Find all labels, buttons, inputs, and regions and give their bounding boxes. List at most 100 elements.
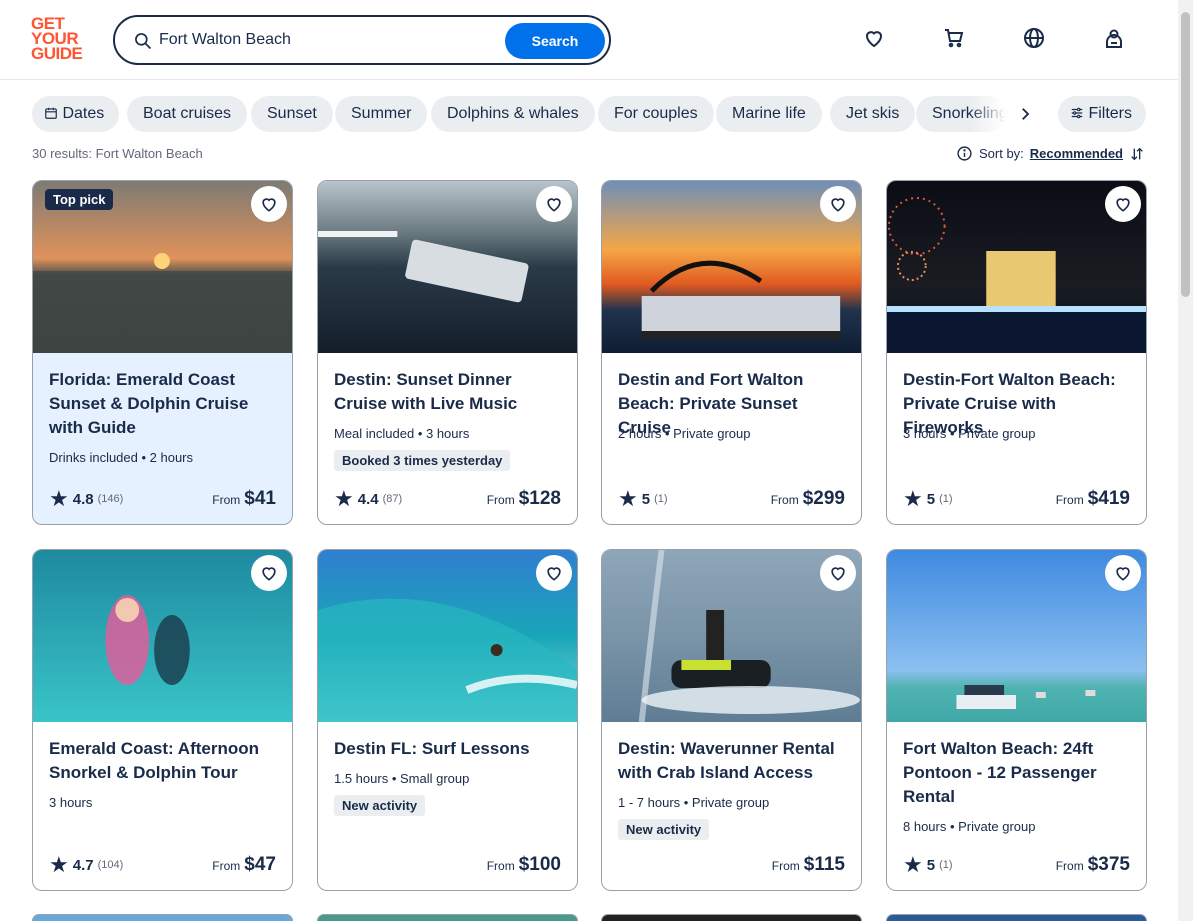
globe-icon[interactable] [1022,26,1046,50]
price: From $47 [212,854,276,876]
results-count: 30 results: Fort Walton Beach [32,146,203,161]
logo[interactable]: GET YOUR GUIDE [31,15,91,64]
activity-card[interactable]: Destin: Waverunner Rental with Crab Isla… [601,549,862,891]
chip-snorkeling[interactable]: Snorkeling [916,96,1006,132]
wishlist-button[interactable] [1105,186,1141,222]
activity-title[interactable]: Destin: Sunset Dinner Cruise with Live M… [334,368,564,416]
activity-meta: 1 - 7 hours • Private group [618,795,770,810]
rating-count: (146) [97,493,124,505]
activity-meta: 8 hours • Private group [903,819,1036,834]
heart-icon[interactable] [862,26,886,50]
price-value: $299 [802,488,845,509]
activity-title[interactable]: Destin: Waverunner Rental with Crab Isla… [618,737,848,785]
search-button[interactable]: Search [505,23,605,59]
scrollbar[interactable] [1178,0,1193,921]
heart-icon [1116,567,1130,581]
activity-meta: Meal included • 3 hours [334,426,470,441]
chip-sunset[interactable]: Sunset [251,96,333,132]
price-value: $128 [518,488,561,509]
profile-icon[interactable] [1102,26,1126,50]
activity-card[interactable]: Destin-Fort Walton Beach: Private Cruise… [886,180,1147,525]
filters-label: Filters [1088,105,1133,122]
price: From $100 [487,854,561,876]
calendar-icon [45,107,57,119]
chip-dates[interactable]: Dates [32,96,119,132]
header: GET YOUR GUIDE Search [0,0,1178,80]
heart-icon [262,198,276,212]
wishlist-button[interactable] [251,555,287,591]
activity-card[interactable]: Destin and Fort Walton Beach: Private Su… [601,180,862,525]
wishlist-button[interactable] [536,186,572,222]
price-from: From [1055,859,1084,873]
wishlist-button[interactable] [536,555,572,591]
rating-count: (1) [939,493,953,505]
price: From $375 [1056,854,1130,876]
price-from: From [486,493,515,507]
activity-meta: 3 hours [49,795,93,810]
rating: ★ 4.7 (104) [49,854,124,876]
wishlist-button[interactable] [1105,555,1141,591]
wishlist-button[interactable] [820,186,856,222]
scrollbar-thumb[interactable] [1181,12,1190,297]
heart-icon [262,567,276,581]
sort-arrows-icon [1131,147,1143,160]
price: From $299 [771,488,845,510]
chip-for-couples[interactable]: For couples [598,96,714,132]
chip-marine-life[interactable]: Marine life [716,96,822,132]
chip-boat-cruises[interactable]: Boat cruises [127,96,248,132]
activity-title[interactable]: Emerald Coast: Afternoon Snorkel & Dolph… [49,737,279,785]
activity-title[interactable]: Destin FL: Surf Lessons [334,737,564,761]
price-from: From [212,493,241,507]
star-icon: ★ [903,852,923,877]
activity-card[interactable]: Emerald Coast: Afternoon Snorkel & Dolph… [32,549,293,891]
sort-control[interactable]: Sort by: Recommended [956,145,1145,162]
chip-label: For couples [614,105,698,122]
wishlist-button[interactable] [251,186,287,222]
price-from: From [486,859,515,873]
rating: ★ 5 (1) [903,852,953,877]
activity-card-peek[interactable] [601,914,862,921]
chip-label: Sunset [267,105,317,122]
price-value: $115 [803,854,845,875]
wishlist-button[interactable] [820,555,856,591]
price: From $115 [772,854,845,876]
activity-card-peek[interactable] [317,914,578,921]
activity-meta: Drinks included • 2 hours [49,450,194,465]
activity-title[interactable]: Florida: Emerald Coast Sunset & Dolphin … [49,368,279,440]
activity-card[interactable]: Destin: Sunset Dinner Cruise with Live M… [317,180,578,525]
price: From $419 [1056,488,1130,510]
star-icon: ★ [903,486,923,511]
logo-line: GUIDE [31,44,83,63]
heart-icon [1116,198,1130,212]
activity-card[interactable]: Fort Walton Beach: 24ft Pontoon - 12 Pas… [886,549,1147,891]
new-activity-tag: New activity [334,795,426,816]
rating-value: 5 [926,856,936,874]
rating-value: 5 [926,490,936,508]
activity-card-peek[interactable] [886,914,1147,921]
filter-chips: Dates Boat cruises Sunset Summer Dolphin… [32,96,1146,132]
rating: ★ 4.4 (87) [334,488,402,510]
activity-card[interactable]: Destin FL: Surf Lessons 1.5 hours • Smal… [317,549,578,891]
activity-meta: 3 hours • Private group [903,426,1036,441]
chip-dolphins-whales[interactable]: Dolphins & whales [431,96,595,132]
activity-card-peek[interactable] [32,914,293,921]
info-icon[interactable] [956,145,973,162]
search-input[interactable] [159,27,489,53]
activity-title[interactable]: Fort Walton Beach: 24ft Pontoon - 12 Pas… [903,737,1133,809]
filters-button[interactable]: Filters [1058,96,1146,132]
heart-icon [831,567,845,581]
activity-card[interactable]: Top pick Florida: Emerald Coast Sunset &… [32,180,293,525]
chip-label: Jet skis [846,105,900,122]
rating-count: (104) [97,859,124,871]
chevron-right-icon[interactable] [1016,105,1034,123]
price-from: From [771,859,800,873]
booked-tag: Booked 3 times yesterday [334,450,511,471]
sort-value[interactable]: Recommended [1030,146,1123,161]
chip-jet-skis[interactable]: Jet skis [830,96,916,132]
chip-summer[interactable]: Summer [335,96,428,132]
cart-icon[interactable] [942,26,966,50]
price-value: $100 [518,854,561,875]
heart-icon [831,198,845,212]
rating-value: 5 [641,490,651,508]
rating-value: 4.4 [357,490,379,508]
